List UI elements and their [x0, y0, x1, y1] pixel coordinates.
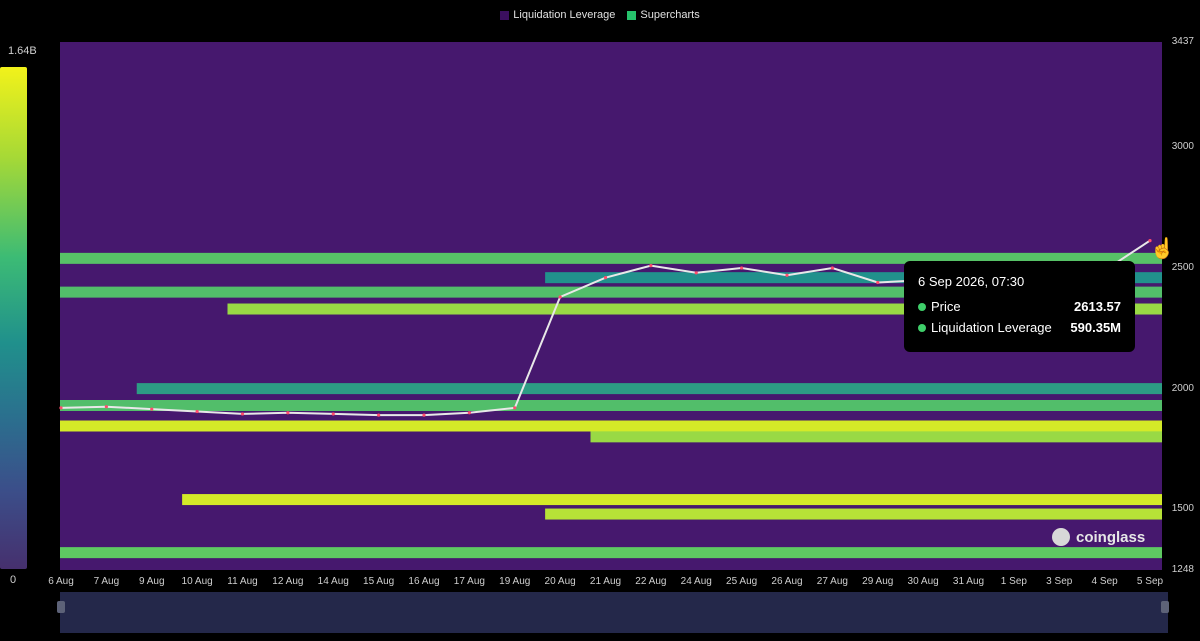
- tooltip-value: 590.35M: [1070, 320, 1121, 335]
- price-point: [150, 407, 154, 411]
- tooltip-label: Liquidation Leverage: [931, 320, 1052, 335]
- price-point: [785, 273, 789, 277]
- price-point: [649, 263, 653, 268]
- y-tick-label: 2000: [1171, 382, 1194, 394]
- x-tick-label: 5 Sep: [1136, 576, 1164, 587]
- price-point: [740, 266, 744, 270]
- navigator-left-handle[interactable]: [57, 601, 65, 613]
- x-tick-label: 26 Aug: [771, 576, 803, 587]
- liquidation-band: [60, 420, 1162, 432]
- price-point: [104, 405, 108, 409]
- coinglass-icon: [1052, 528, 1070, 546]
- x-tick-label: 30 Aug: [907, 576, 939, 587]
- liquidation-band: [182, 494, 1162, 506]
- y-tick-label: 3000: [1171, 141, 1194, 153]
- x-tick-label: 21 Aug: [589, 576, 622, 587]
- x-tick-label: 1 Sep: [1000, 576, 1027, 587]
- pointer-cursor-icon: ☝: [1150, 238, 1175, 260]
- price-point: [694, 271, 698, 275]
- x-tick-label: 24 Aug: [680, 576, 712, 587]
- tooltip-row-price: Price 2613.57: [918, 299, 1121, 314]
- x-tick-label: 31 Aug: [952, 576, 985, 587]
- tooltip-row-leverage: Liquidation Leverage 590.35M: [918, 320, 1121, 335]
- brand-name: coinglass: [1076, 528, 1146, 546]
- tooltip-date: 6 Sep 2026, 07:30: [918, 274, 1025, 289]
- price-point: [377, 413, 381, 417]
- y-tick-label: 1500: [1171, 503, 1194, 515]
- liquidation-band: [136, 383, 1162, 395]
- tooltip: 6 Sep 2026, 07:30 Price 2613.57 Liquidat…: [904, 261, 1135, 352]
- x-tick-label: 11 Aug: [227, 576, 258, 587]
- x-tick-label: 16 Aug: [408, 576, 440, 587]
- x-tick-label: 22 Aug: [635, 576, 667, 587]
- price-point: [876, 280, 880, 285]
- price-point: [467, 411, 471, 415]
- y-tick-label: 3437: [1171, 36, 1194, 47]
- x-tick-label: 15 Aug: [363, 576, 395, 587]
- price-point: [240, 412, 245, 416]
- x-tick-label: 19 Aug: [499, 576, 531, 587]
- range-navigator[interactable]: [60, 592, 1168, 633]
- price-point: [286, 411, 290, 415]
- price-point: [558, 295, 562, 299]
- tooltip-dot: [918, 302, 926, 311]
- price-point: [513, 406, 517, 410]
- liquidation-band: [60, 399, 1162, 411]
- x-tick-label: 12 Aug: [272, 576, 304, 587]
- price-point: [331, 412, 335, 416]
- navigator-right-handle[interactable]: [1161, 601, 1169, 613]
- liquidation-band: [60, 547, 1162, 559]
- x-tick-label: 29 Aug: [862, 576, 894, 587]
- price-point: [603, 276, 608, 280]
- x-tick-label: 27 Aug: [816, 576, 848, 587]
- x-tick-label: 10 Aug: [181, 576, 213, 587]
- x-tick-label: 25 Aug: [726, 576, 758, 587]
- x-tick-label: 20 Aug: [544, 576, 576, 587]
- x-tick-label: 7 Aug: [93, 576, 120, 587]
- x-tick-label: 9 Aug: [138, 576, 165, 587]
- x-tick-label: 4 Sep: [1091, 576, 1118, 587]
- x-tick-label: 14 Aug: [317, 576, 349, 587]
- y-tick-label: 2500: [1171, 262, 1194, 273]
- x-tick-label: 3 Sep: [1046, 576, 1073, 587]
- coinglass-logo: coinglass: [1052, 528, 1145, 546]
- y-tick-label: 1248: [1171, 564, 1194, 575]
- x-tick-label: 6 Aug: [48, 576, 74, 587]
- tooltip-dot: [918, 323, 926, 332]
- price-point: [422, 413, 426, 417]
- tooltip-label: Price: [931, 299, 961, 314]
- price-point: [195, 409, 199, 414]
- tooltip-value: 2613.57: [1074, 299, 1121, 314]
- x-tick-label: 17 Aug: [453, 576, 485, 587]
- price-point: [830, 266, 834, 270]
- liquidation-band: [590, 431, 1162, 443]
- price-point: [59, 406, 63, 410]
- liquidation-band: [545, 508, 1162, 520]
